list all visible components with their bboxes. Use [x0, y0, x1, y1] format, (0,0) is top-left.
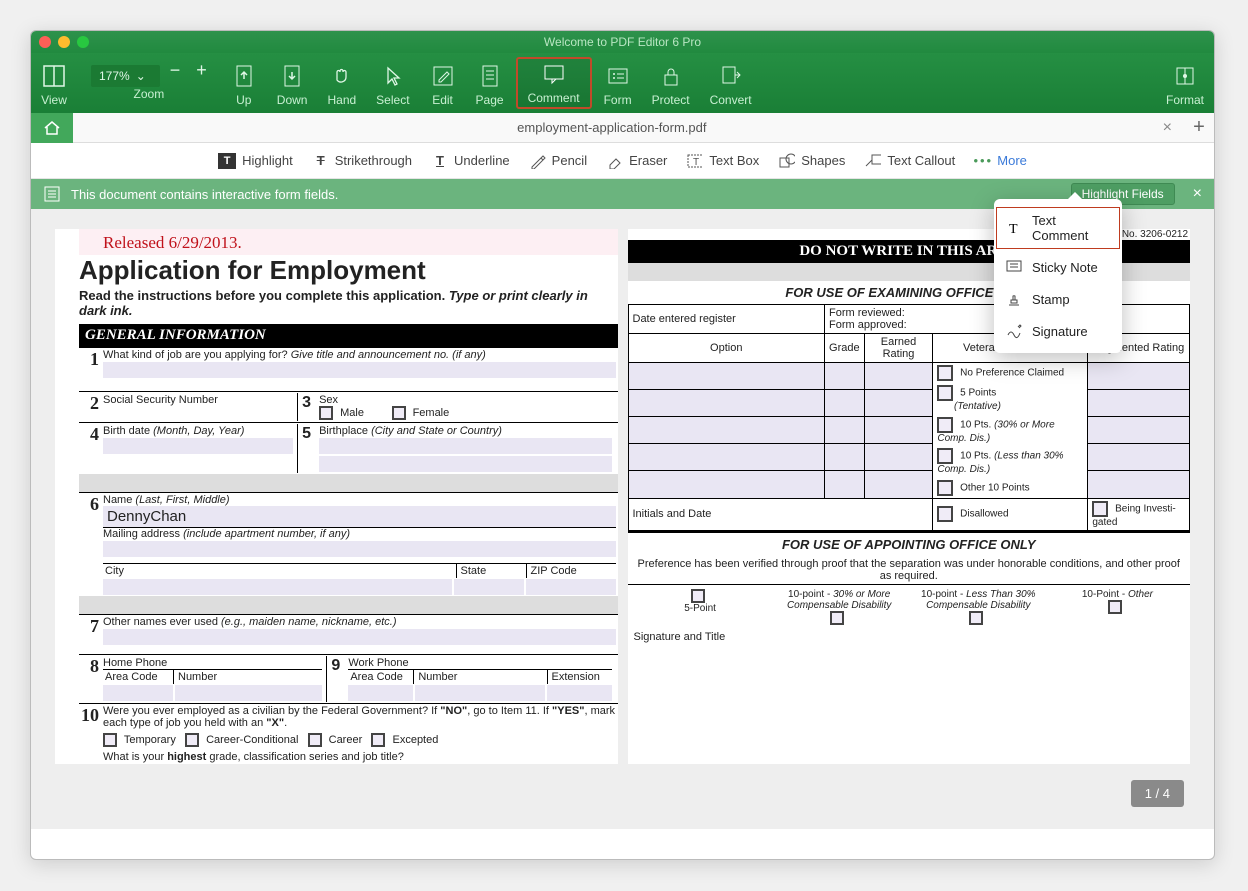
textbox-icon: T — [687, 153, 703, 169]
text-comment-item[interactable]: T Text Comment — [994, 205, 1122, 251]
male-checkbox[interactable] — [319, 406, 333, 420]
tab-filename[interactable]: employment-application-form.pdf — [73, 120, 1151, 135]
sticky-note-item[interactable]: Sticky Note — [994, 251, 1122, 283]
view-icon — [41, 63, 67, 89]
format-icon — [1172, 63, 1198, 89]
protect-button[interactable]: Protect — [642, 53, 700, 113]
signature-row: Signature and Title — [628, 629, 1191, 645]
hand-icon — [329, 63, 355, 89]
banner-message: This document contains interactive form … — [71, 187, 338, 202]
close-tab-button[interactable]: × — [1151, 119, 1184, 137]
p10a-cb[interactable] — [830, 611, 844, 625]
signature-item[interactable]: Signature — [994, 315, 1122, 347]
appointing-title: FOR USE OF APPOINTING OFFICE ONLY — [628, 531, 1191, 556]
annotation-toolbar: THighlight TStrikethrough TUnderline Pen… — [31, 143, 1214, 179]
form-button[interactable]: Form — [594, 53, 642, 113]
p10b-cb[interactable] — [969, 611, 983, 625]
convert-button[interactable]: Convert — [700, 53, 762, 113]
strikethrough-tool[interactable]: TStrikethrough — [313, 153, 412, 169]
form-icon — [605, 63, 631, 89]
home-button[interactable] — [31, 113, 73, 143]
edit-icon — [430, 63, 456, 89]
page-icon — [477, 63, 503, 89]
eraser-icon — [607, 153, 623, 169]
callout-tool[interactable]: Text Callout — [865, 153, 955, 169]
temporary-checkbox[interactable] — [103, 733, 117, 747]
p5-cb[interactable] — [691, 589, 705, 603]
zoom-out-button[interactable]: − — [164, 60, 187, 81]
signature-icon — [1006, 323, 1022, 339]
svg-text:T: T — [693, 157, 699, 168]
instructions: Read the instructions before you complet… — [55, 286, 618, 324]
doc-title: Application for Employment — [55, 255, 618, 286]
vp-5pts[interactable] — [937, 385, 953, 401]
highlight-tool[interactable]: THighlight — [218, 153, 293, 169]
pencil-icon — [530, 153, 546, 169]
excepted-checkbox[interactable] — [371, 733, 385, 747]
disallowed-cb[interactable] — [937, 506, 953, 522]
page-left: Released 6/29/2013. Application for Empl… — [55, 229, 618, 764]
down-button[interactable]: Down — [267, 53, 318, 113]
career-cond-checkbox[interactable] — [185, 733, 199, 747]
eraser-tool[interactable]: Eraser — [607, 153, 667, 169]
window-title: Welcome to PDF Editor 6 Pro — [31, 35, 1214, 49]
page-button[interactable]: Page — [466, 53, 514, 113]
underline-icon: T — [432, 153, 448, 169]
vp-10pts-less[interactable] — [937, 448, 953, 464]
format-button[interactable]: Format — [1156, 53, 1214, 113]
highlight-icon: T — [218, 153, 236, 169]
chevron-down-icon: ⌄ — [136, 69, 146, 83]
name-field[interactable]: DennyChan — [103, 506, 616, 527]
pref-text: Preference has been verified through pro… — [628, 556, 1191, 584]
more-icon: ••• — [975, 153, 991, 169]
stamp-item[interactable]: Stamp — [994, 283, 1122, 315]
strikethrough-icon: T — [313, 153, 329, 169]
document-icon — [43, 186, 61, 202]
svg-text:T: T — [1009, 222, 1018, 236]
page-up-icon — [231, 63, 257, 89]
zoom-in-button[interactable]: + — [190, 60, 213, 81]
vp-10pts-30[interactable] — [937, 417, 953, 433]
hand-button[interactable]: Hand — [317, 53, 366, 113]
vp-no-pref[interactable] — [937, 365, 953, 381]
tab-bar: employment-application-form.pdf × + — [31, 113, 1214, 143]
vp-other10[interactable] — [937, 480, 953, 496]
convert-icon — [718, 63, 744, 89]
page-down-icon — [279, 63, 305, 89]
pencil-tool[interactable]: Pencil — [530, 153, 587, 169]
being-cb[interactable] — [1092, 501, 1108, 517]
page-counter[interactable]: 1 / 4 — [1131, 780, 1184, 807]
callout-icon — [865, 153, 881, 169]
career-checkbox[interactable] — [308, 733, 322, 747]
general-info-header: GENERAL INFORMATION — [79, 324, 618, 347]
edit-button[interactable]: Edit — [420, 53, 466, 113]
shapes-icon — [779, 153, 795, 169]
cursor-icon — [380, 63, 406, 89]
view-button[interactable]: View — [31, 53, 77, 113]
up-button[interactable]: Up — [221, 53, 267, 113]
close-banner-button[interactable]: × — [1185, 185, 1202, 203]
main-toolbar: View 177%⌄ − + Zoom Up Down Hand Select — [31, 53, 1214, 113]
stamp-icon — [1006, 291, 1022, 307]
select-button[interactable]: Select — [366, 53, 419, 113]
new-tab-button[interactable]: + — [1184, 116, 1214, 139]
text-comment-icon: T — [1006, 220, 1022, 236]
p10c-cb[interactable] — [1108, 600, 1122, 614]
shapes-tool[interactable]: Shapes — [779, 153, 845, 169]
comment-button[interactable]: Comment — [516, 57, 592, 109]
zoom-label: Zoom — [85, 87, 213, 101]
more-dropdown: T Text Comment Sticky Note Stamp Signatu… — [994, 199, 1122, 353]
more-tool[interactable]: •••More — [975, 153, 1027, 169]
released-date: Released 6/29/2013. — [79, 229, 246, 255]
zoom-select[interactable]: 177%⌄ — [91, 65, 160, 87]
lock-icon — [658, 63, 684, 89]
app-window: Welcome to PDF Editor 6 Pro View 177%⌄ −… — [30, 30, 1215, 860]
textbox-tool[interactable]: TText Box — [687, 153, 759, 169]
underline-tool[interactable]: TUnderline — [432, 153, 510, 169]
comment-icon — [541, 61, 567, 87]
home-icon — [43, 120, 61, 136]
sticky-note-icon — [1006, 259, 1022, 275]
female-checkbox[interactable] — [392, 406, 406, 420]
titlebar: Welcome to PDF Editor 6 Pro — [31, 31, 1214, 53]
